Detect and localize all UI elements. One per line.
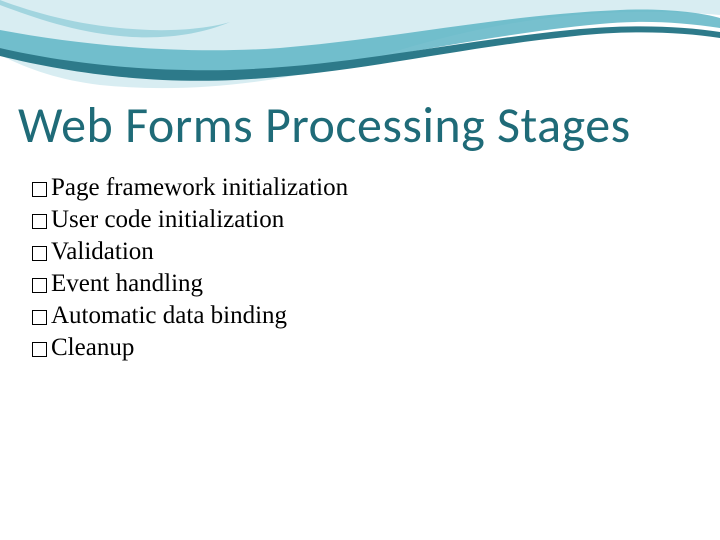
list-item: Page framework initialization	[32, 174, 702, 202]
list-item: Cleanup	[32, 334, 702, 362]
list-item: Automatic data binding	[32, 302, 702, 330]
bullet-text: Validation	[51, 238, 154, 266]
square-bullet-icon	[32, 182, 47, 197]
list-item: User code initialization	[32, 206, 702, 234]
bullet-text: Page framework initialization	[51, 174, 348, 202]
slide-content: Web Forms Processing Stages Page framewo…	[0, 0, 720, 362]
bullet-text: Automatic data binding	[51, 302, 287, 330]
square-bullet-icon	[32, 342, 47, 357]
list-item: Validation	[32, 238, 702, 266]
bullet-list: Page framework initialization User code …	[18, 174, 702, 362]
square-bullet-icon	[32, 310, 47, 325]
bullet-text: Cleanup	[51, 334, 134, 362]
bullet-text: User code initialization	[51, 206, 284, 234]
slide-title: Web Forms Processing Stages	[18, 95, 702, 156]
square-bullet-icon	[32, 246, 47, 261]
list-item: Event handling	[32, 270, 702, 298]
square-bullet-icon	[32, 278, 47, 293]
bullet-text: Event handling	[51, 270, 203, 298]
square-bullet-icon	[32, 214, 47, 229]
